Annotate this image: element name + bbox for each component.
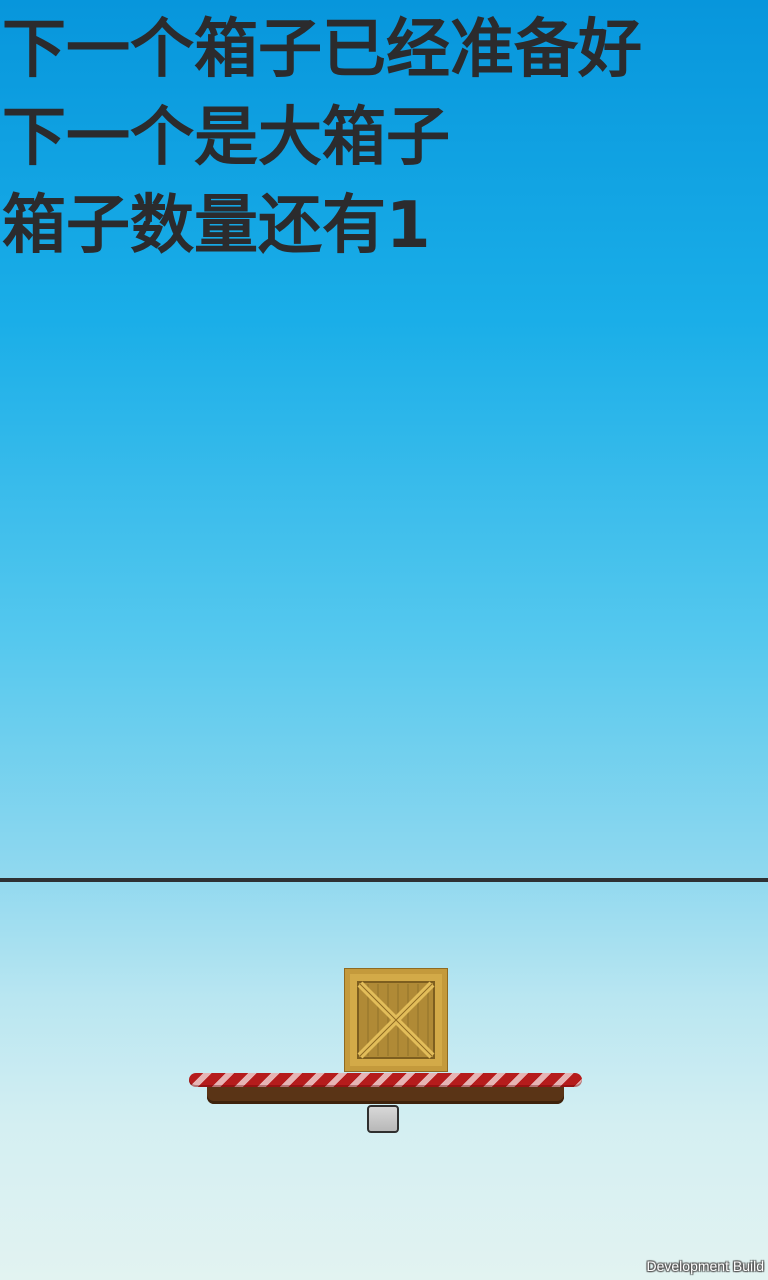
next-box-type-text: 下一个是大箱子 <box>2 101 450 175</box>
pivot-block-icon <box>367 1105 399 1133</box>
wooden-crate-icon <box>344 968 448 1072</box>
next-box-ready-text: 下一个箱子已经准备好 <box>2 13 642 87</box>
drop-line <box>0 878 768 882</box>
boxes-remaining-text: 箱子数量还有1 <box>2 189 431 263</box>
development-build-label: Development Build <box>646 1258 764 1274</box>
balance-platform-top <box>189 1073 582 1087</box>
balance-platform-base <box>207 1087 564 1104</box>
game-scene[interactable]: 下一个箱子已经准备好 下一个是大箱子 箱子数量还有1 Development B… <box>0 0 768 1280</box>
hud-status: 下一个箱子已经准备好 下一个是大箱子 箱子数量还有1 <box>2 6 642 270</box>
